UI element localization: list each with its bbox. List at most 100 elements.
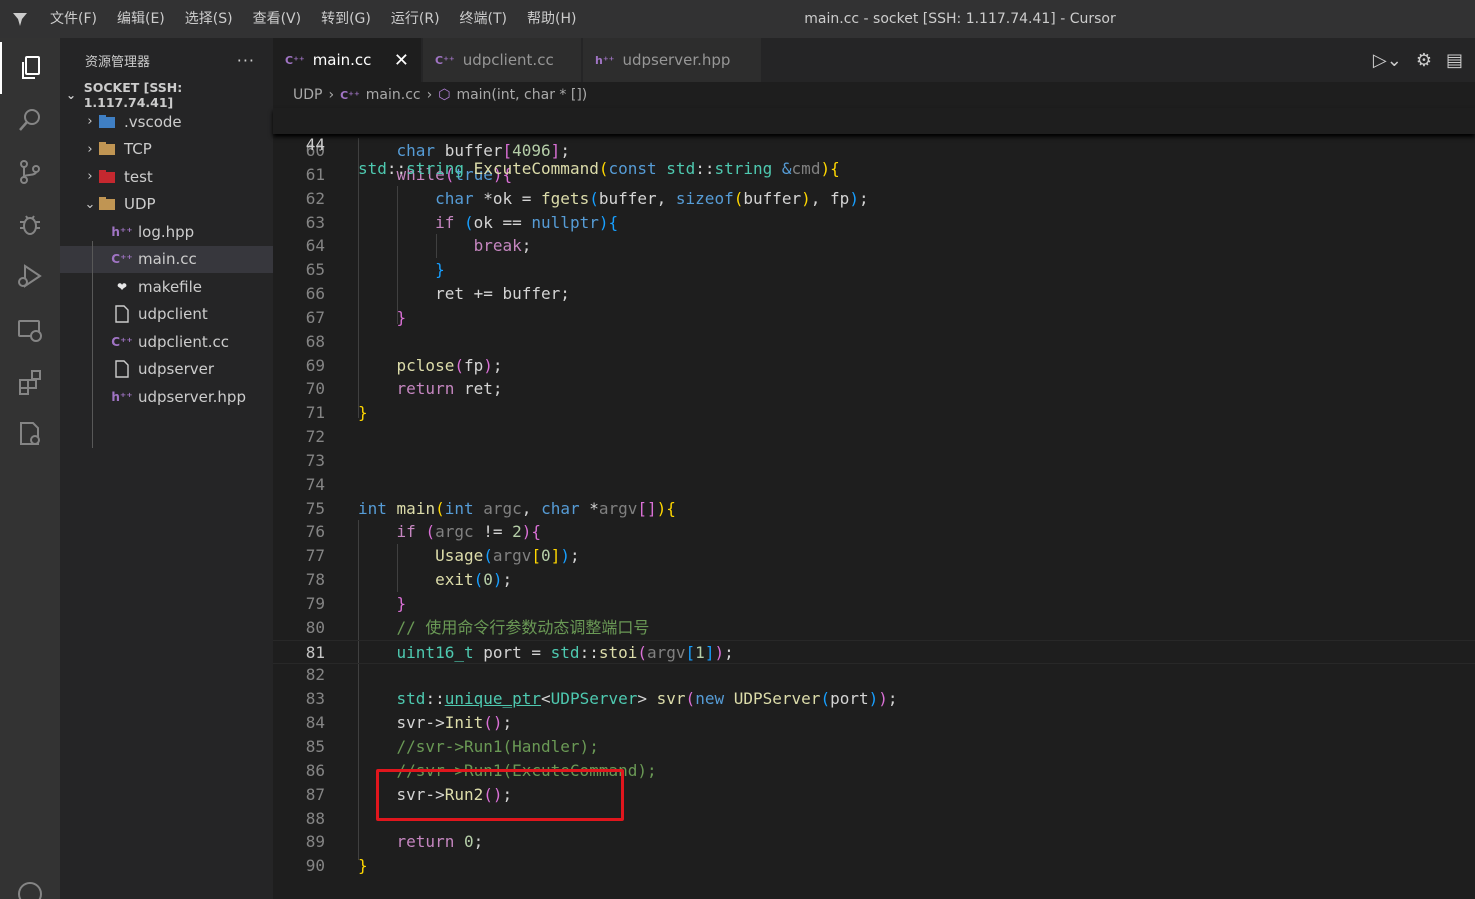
line-number: 77 [305, 546, 325, 566]
line-number: 67 [305, 307, 325, 327]
code-line[interactable]: 90} [273, 854, 1475, 878]
line-number: 66 [305, 284, 325, 304]
hpp-file-icon: h⁺⁺ [111, 224, 133, 239]
code-text: ret += buffer; [358, 284, 570, 304]
menu-terminal[interactable]: 终端(T) [450, 0, 517, 38]
source-control-icon[interactable] [0, 146, 60, 198]
menu-edit[interactable]: 编辑(E) [107, 0, 175, 38]
tree-indent-guide [92, 241, 93, 448]
line-number: 88 [305, 808, 325, 828]
symbol-method-icon: ⬡ [438, 87, 451, 103]
vscode-folder-icon [98, 112, 118, 132]
code-text: Usage(argv[0]); [435, 546, 580, 566]
breadcrumb-folder[interactable]: UDP [293, 87, 322, 103]
more-actions-icon[interactable]: ··· [237, 51, 255, 70]
code-text: if (argc != 2){ [396, 522, 542, 542]
menu-file[interactable]: 文件(F) [40, 0, 107, 38]
code-line[interactable]: 70 return ret; [273, 377, 1475, 401]
code-line[interactable]: 82 [273, 663, 1475, 687]
gear-icon[interactable]: ⚙ [1416, 50, 1432, 71]
menu-view[interactable]: 查看(V) [243, 0, 312, 38]
line-number: 89 [305, 832, 325, 852]
run-debug-dropdown-icon[interactable]: ▷⌄ [1373, 50, 1402, 71]
search-icon[interactable] [0, 94, 60, 146]
code-line[interactable]: 62 char *ok = fgets(buffer, sizeof(buffe… [273, 187, 1475, 211]
code-line[interactable]: 81 uint16_t port = std::stoi(argv[1]); [273, 639, 1475, 664]
code-line[interactable]: 73 [273, 449, 1475, 473]
code-line[interactable]: 85 //svr->Run1(Handler); [273, 735, 1475, 759]
chevron-right-icon: › [87, 169, 93, 185]
code-line[interactable]: 66 ret += buffer; [273, 282, 1475, 306]
workspace-section-header[interactable]: ⌄ SOCKET [SSH: 1.117.74.41] [60, 80, 273, 110]
code-line[interactable]: 80 // 使用命令行参数动态调整端口号 [273, 616, 1475, 640]
line-number: 74 [305, 474, 325, 494]
code-line[interactable]: 71} [273, 401, 1475, 425]
code-line[interactable]: 79 } [273, 592, 1475, 616]
run-debug-icon[interactable] [0, 250, 60, 302]
tree-item-vscode[interactable]: › .vscode [60, 108, 273, 136]
extensions-icon[interactable] [0, 356, 60, 408]
tab-main-cc[interactable]: C⁺⁺ main.cc ✕ [273, 38, 421, 82]
folder-icon [98, 139, 118, 159]
line-number: 81 [305, 642, 325, 662]
code-line[interactable]: 78 exit(0); [273, 568, 1475, 592]
tab-udpclient-cc[interactable]: C⁺⁺ udpclient.cc [423, 38, 581, 82]
remote-explorer-icon[interactable] [0, 304, 60, 356]
code-line[interactable]: 69 pclose(fp); [273, 354, 1475, 378]
explorer-title: 资源管理器 [85, 54, 151, 70]
code-line[interactable]: 76 if (argc != 2){ [273, 520, 1475, 544]
breadcrumb-symbol[interactable]: main(int, char * []) [456, 87, 587, 103]
tree-item-label: log.hpp [138, 222, 195, 241]
code-text: } [396, 593, 407, 613]
tree-item-label: UDP [124, 195, 156, 214]
tree-item-test[interactable]: › test [60, 163, 273, 191]
code-text: return 0; [396, 832, 484, 852]
breadcrumb: UDP › C⁺⁺ main.cc › ⬡ main(int, char * [… [273, 82, 1475, 108]
line-number: 76 [305, 522, 325, 542]
menu-help[interactable]: 帮助(H) [517, 0, 586, 38]
code-line[interactable]: 89 return 0; [273, 830, 1475, 854]
code-line[interactable]: 75 int main(int argc, char *argv[]){ [273, 497, 1475, 521]
account-icon[interactable] [0, 868, 60, 899]
code-line[interactable]: 64 break; [273, 234, 1475, 258]
cpp-file-icon: C⁺⁺ [111, 334, 133, 349]
file-icon [112, 359, 132, 379]
line-number: 79 [305, 593, 325, 613]
remote-settings-icon[interactable] [0, 408, 60, 460]
code-text: pclose(fp); [396, 355, 503, 375]
tree-item-udp[interactable]: ⌄ UDP [60, 191, 273, 219]
line-number: 71 [305, 403, 325, 423]
line-number: 75 [305, 498, 325, 518]
debug-icon[interactable] [0, 198, 60, 250]
code-line[interactable]: 63 if (ok == nullptr){ [273, 211, 1475, 235]
split-editor-icon[interactable]: ▤ [1446, 50, 1463, 71]
tab-udpserver-hpp[interactable]: h⁺⁺ udpserver.hpp [583, 38, 761, 82]
code-line[interactable]: 72 [273, 425, 1475, 449]
tree-item-label: udpclient.cc [138, 332, 230, 351]
code-text: svr->Init(); [358, 713, 513, 733]
menu-go[interactable]: 转到(G) [311, 0, 381, 38]
code-line[interactable]: 68 [273, 330, 1475, 354]
breadcrumb-file[interactable]: main.cc [366, 87, 421, 103]
tree-item-label: TCP [124, 140, 152, 159]
tree-item-label: udpserver [138, 360, 215, 379]
code-line[interactable]: 77 Usage(argv[0]); [273, 544, 1475, 568]
code-line[interactable]: 65 } [273, 258, 1475, 282]
folder-open-icon [98, 194, 118, 214]
code-line[interactable]: 83 std::unique_ptr<UDPServer> svr(new UD… [273, 687, 1475, 711]
code-line[interactable]: 74 [273, 473, 1475, 497]
line-number: 44 [305, 135, 325, 154]
chevron-right-icon: › [87, 114, 93, 130]
sticky-scroll-header[interactable]: 44 std::string ExcuteCommand(const std::… [273, 108, 1475, 178]
code-line[interactable]: 67 } [273, 306, 1475, 330]
tree-item-tcp[interactable]: › TCP [60, 136, 273, 164]
menu-selection[interactable]: 选择(S) [175, 0, 243, 38]
close-icon[interactable]: ✕ [394, 50, 409, 71]
explorer-icon[interactable] [0, 42, 60, 94]
line-number: 63 [305, 212, 325, 232]
file-icon [112, 304, 132, 324]
code-line[interactable]: 84 svr->Init(); [273, 711, 1475, 735]
line-number: 83 [305, 689, 325, 709]
workspace-title: SOCKET [SSH: 1.117.74.41] [83, 80, 183, 110]
menu-run[interactable]: 运行(R) [381, 0, 450, 38]
